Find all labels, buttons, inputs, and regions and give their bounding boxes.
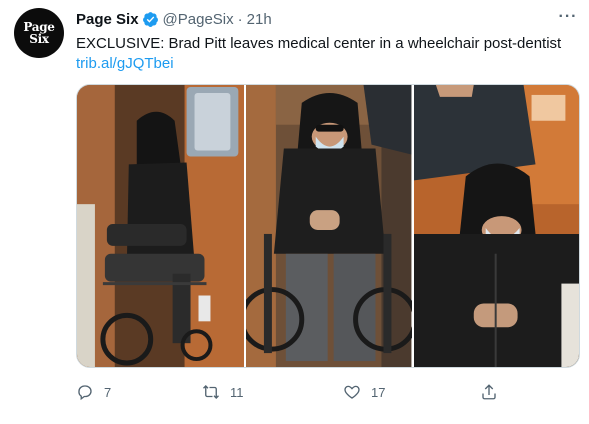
photo-wheelchair-front[interactable] xyxy=(246,85,412,367)
tweet-text: EXCLUSIVE: Brad Pitt leaves medical cent… xyxy=(76,34,576,74)
retweet-icon xyxy=(203,385,219,399)
photo-2-image xyxy=(246,85,412,367)
tweet-card[interactable]: Page Six Page Six @PageSix · 21h ··· EXC… xyxy=(0,0,589,424)
tweet-body: EXCLUSIVE: Brad Pitt leaves medical cent… xyxy=(76,35,562,52)
author-handle[interactable]: @PageSix xyxy=(163,11,234,28)
share-icon xyxy=(482,384,496,400)
heart-icon xyxy=(344,385,360,399)
photo-wheelchair-closeup[interactable] xyxy=(413,85,579,367)
share-button[interactable] xyxy=(480,380,508,404)
photo-1-image xyxy=(77,85,245,367)
like-count: 17 xyxy=(371,384,386,400)
reply-count: 7 xyxy=(104,384,112,400)
retweet-button[interactable]: 11 xyxy=(202,380,244,404)
tweet-link[interactable]: trib.al/gJQTbei xyxy=(76,54,576,74)
verified-badge-icon xyxy=(142,11,158,27)
media-grid xyxy=(76,84,580,368)
retweet-count: 11 xyxy=(230,384,244,400)
tweet-header: Page Six @PageSix · 21h xyxy=(76,9,272,29)
like-button[interactable]: 17 xyxy=(343,380,385,404)
avatar[interactable]: Page Six xyxy=(14,8,64,58)
reply-icon xyxy=(78,385,92,401)
photo-3-image xyxy=(413,85,579,367)
timestamp[interactable]: 21h xyxy=(247,11,272,28)
tweet-actions: 7 11 17 xyxy=(76,380,506,404)
more-icon-glyph: ··· xyxy=(558,8,578,25)
photo-wheelchair-side[interactable] xyxy=(77,85,245,367)
more-icon[interactable]: ··· xyxy=(557,8,579,26)
separator-dot: · xyxy=(237,10,243,28)
avatar-line-2: Six xyxy=(29,32,49,46)
author-name[interactable]: Page Six xyxy=(76,11,139,28)
reply-button[interactable]: 7 xyxy=(76,380,111,404)
